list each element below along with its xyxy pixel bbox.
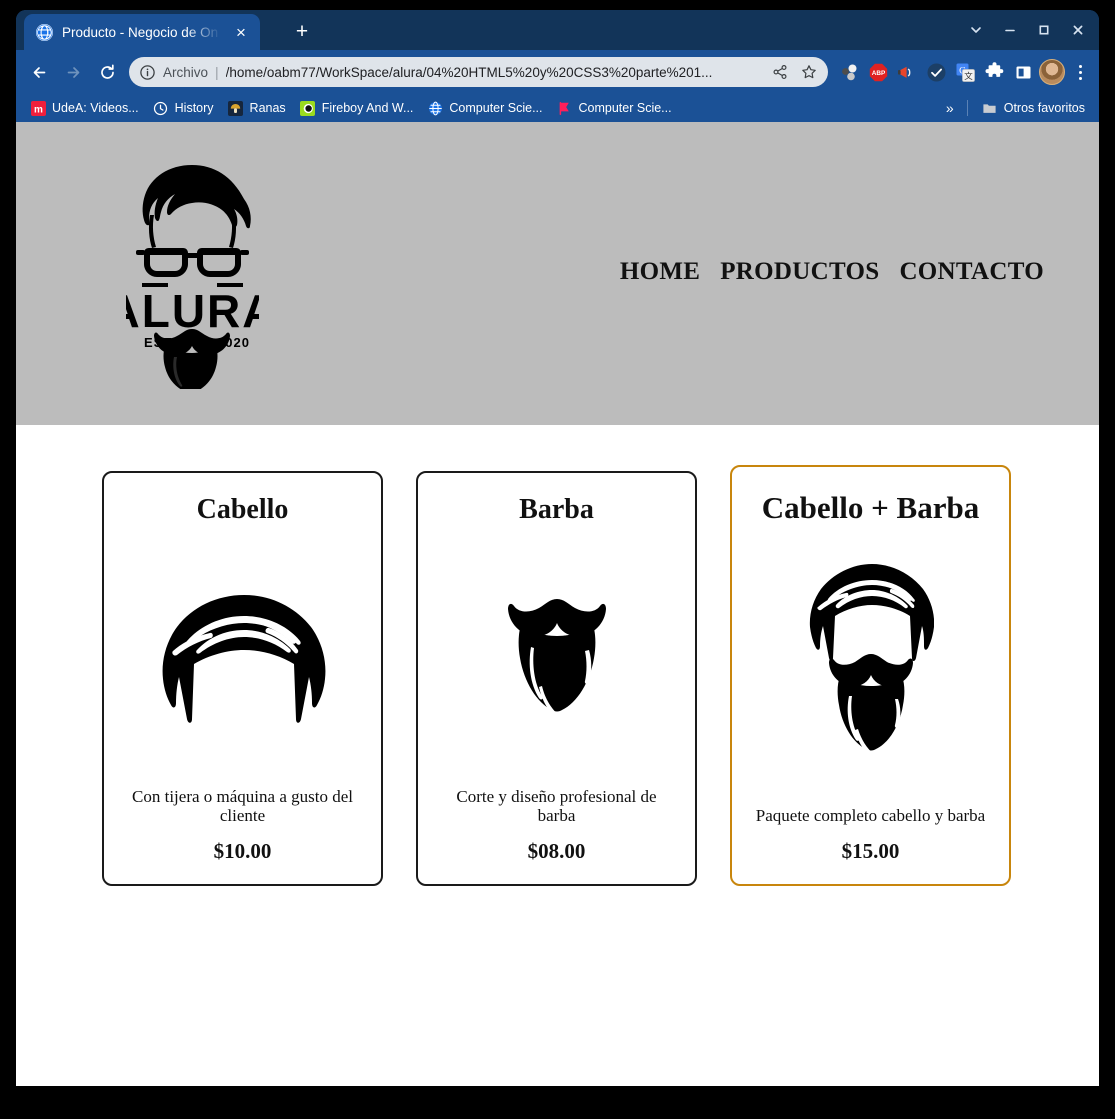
product-price: $08.00	[527, 839, 586, 863]
product-description: Con tijera o máquina a gusto del cliente	[132, 786, 353, 825]
nav-link-contacto[interactable]: CONTACTO	[899, 258, 1044, 286]
nav-link-home[interactable]: HOME	[620, 258, 700, 286]
product-description: Paquete completo cabello y barba	[755, 805, 986, 825]
extensions-strip: ABP G文	[836, 59, 1092, 85]
beard-mustache-silhouette-icon	[436, 526, 677, 787]
share-icon[interactable]	[769, 61, 791, 83]
product-card-barba[interactable]: Barba Corte y diseño profesional de barb…	[416, 471, 697, 886]
bookmark-label: Ranas	[249, 101, 286, 115]
site-header: ALURA ESTD 2020 HOME PRODUCTOS CONTACTO	[16, 122, 1099, 425]
three-dot-menu-icon[interactable]	[1068, 59, 1092, 85]
product-card-cabello-barba[interactable]: Cabello + Barba Paquete completo cabello…	[730, 465, 1011, 886]
browser-toolbar: Archivo | /home/oabm77/WorkSpace/alura/0…	[16, 50, 1099, 94]
bookmark-folder-other[interactable]: Otros favoritos	[976, 98, 1091, 118]
checkmark-extension-icon[interactable]	[923, 59, 949, 85]
bookmark-folder-label: Otros favoritos	[1003, 101, 1085, 115]
adblock-plus-icon[interactable]: ABP	[865, 59, 891, 85]
omnibox-separator: |	[215, 64, 219, 80]
new-tab-button[interactable]: +	[291, 20, 313, 42]
page-viewport: ALURA ESTD 2020 HOME PRODUCTOS CONTACTO	[16, 122, 1099, 1086]
bookmarks-bar-right: » Otros favoritos	[941, 98, 1091, 118]
close-icon[interactable]	[1061, 10, 1095, 50]
eye-favicon	[300, 100, 316, 116]
product-title: Cabello	[196, 494, 289, 525]
bookmark-item[interactable]: m UdeA: Videos...	[24, 98, 145, 118]
bookmark-item[interactable]: Fireboy And W...	[294, 98, 420, 118]
site-navigation: HOME PRODUCTOS CONTACTO	[620, 258, 1044, 286]
star-icon[interactable]	[798, 61, 820, 83]
product-price: $15.00	[841, 839, 900, 863]
svg-text:文: 文	[964, 71, 973, 81]
globe-favicon	[427, 100, 443, 116]
address-bar[interactable]: Archivo | /home/oabm77/WorkSpace/alura/0…	[129, 57, 828, 87]
clock-favicon	[153, 100, 169, 116]
bookmarks-bar: m UdeA: Videos... History Ranas Fireboy …	[16, 94, 1099, 122]
back-arrow-icon[interactable]	[23, 56, 55, 88]
molecule-extension-icon[interactable]	[836, 59, 862, 85]
svg-text:m: m	[34, 104, 43, 115]
side-panel-icon[interactable]	[1010, 59, 1036, 85]
globe-icon	[36, 23, 53, 41]
avatar[interactable]	[1039, 59, 1065, 85]
bookmark-label: History	[174, 101, 214, 115]
forward-arrow-icon[interactable]	[57, 56, 89, 88]
puzzle-extensions-icon[interactable]	[981, 59, 1007, 85]
tab-strip: Producto - Negocio de On × +	[16, 10, 1099, 50]
close-icon[interactable]: ×	[230, 21, 252, 43]
google-translate-icon[interactable]: G文	[952, 59, 978, 85]
bookmark-item[interactable]: Ranas	[222, 98, 292, 118]
bookmark-label: Computer Scie...	[449, 101, 543, 115]
alura-barber-logo[interactable]: ALURA ESTD 2020	[126, 157, 259, 389]
hair-silhouette-icon	[122, 526, 363, 787]
mushroom-favicon	[228, 100, 244, 116]
bookmark-label: UdeA: Videos...	[52, 101, 139, 115]
chevron-down-icon[interactable]	[959, 10, 993, 50]
minimize-icon[interactable]	[993, 10, 1027, 50]
flag-favicon	[557, 100, 573, 116]
hair-beard-mustache-silhouette-icon	[750, 525, 991, 806]
bookmark-label: Computer Scie...	[578, 101, 672, 115]
svg-text:ABP: ABP	[871, 70, 885, 77]
browser-tab[interactable]: Producto - Negocio de On ×	[24, 14, 260, 50]
folder-icon	[982, 100, 998, 116]
url-scheme-label: Archivo	[163, 64, 209, 80]
maximize-icon[interactable]	[1027, 10, 1061, 50]
divider	[966, 100, 968, 116]
product-title: Barba	[519, 494, 594, 525]
bookmark-label: Fireboy And W...	[321, 101, 414, 115]
products-section: Cabello Con tijera o máquina a gusto del…	[16, 425, 1099, 886]
product-description: Corte y diseño profesional de barba	[456, 786, 657, 825]
bookmark-item[interactable]: Computer Scie...	[421, 98, 548, 118]
bookmark-item[interactable]: Computer Scie...	[551, 98, 678, 118]
reload-icon[interactable]	[91, 56, 123, 88]
product-title: Cabello + Barba	[761, 490, 980, 525]
info-circle-icon[interactable]	[139, 64, 156, 81]
product-price: $10.00	[213, 839, 272, 863]
product-card-cabello[interactable]: Cabello Con tijera o máquina a gusto del…	[102, 471, 383, 886]
nav-link-productos[interactable]: PRODUCTOS	[720, 258, 879, 286]
moodle-favicon: m	[30, 100, 46, 116]
tab-title: Producto - Negocio de On	[62, 24, 219, 40]
window-controls	[959, 10, 1095, 50]
bookmark-item[interactable]: History	[147, 98, 220, 118]
browser-window: Producto - Negocio de On × + Archivo | /…	[16, 10, 1099, 1086]
megaphone-extension-icon[interactable]	[894, 59, 920, 85]
bookmarks-overflow-button[interactable]: »	[941, 100, 959, 116]
url-text: /home/oabm77/WorkSpace/alura/04%20HTML5%…	[225, 64, 713, 80]
